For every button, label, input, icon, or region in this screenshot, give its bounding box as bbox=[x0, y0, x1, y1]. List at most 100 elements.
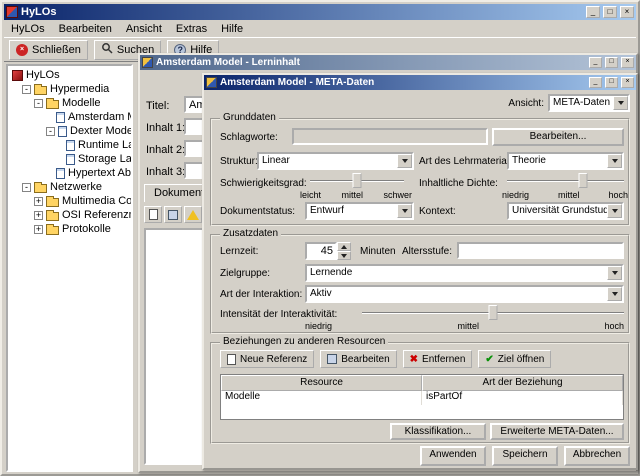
zielgruppe-select[interactable]: Lernende bbox=[305, 264, 624, 282]
close-icon[interactable]: × bbox=[621, 57, 634, 68]
edit-relation-button[interactable]: Bearbeiten bbox=[320, 350, 396, 368]
expander-icon[interactable]: - bbox=[22, 183, 31, 192]
lehrmaterial-select[interactable]: Theorie bbox=[507, 152, 624, 170]
tree-item-protokolle[interactable]: + Protokolle bbox=[8, 222, 131, 236]
relation-toolbar: Neue Referenz Bearbeiten ✖ Entfernen ✔ Z… bbox=[220, 350, 551, 368]
table-row[interactable]: Modelle isPartOf bbox=[221, 391, 623, 405]
minimize-icon[interactable]: _ bbox=[586, 6, 600, 18]
tree-item-label: OSI Referenzmodell bbox=[62, 209, 131, 221]
speichern-button[interactable]: Speichern bbox=[492, 446, 558, 466]
frame-lerninhalt-titlebar[interactable]: Amsterdam Model - Lerninhalt _ □ × bbox=[140, 55, 636, 70]
hylos-root-icon bbox=[12, 70, 23, 81]
minimize-icon[interactable]: _ bbox=[589, 77, 602, 88]
abbrechen-button[interactable]: Abbrechen bbox=[564, 446, 630, 466]
expander-icon[interactable]: + bbox=[34, 197, 43, 206]
erweiterte-meta-daten-button[interactable]: Erweiterte META-Daten... bbox=[490, 423, 624, 440]
new-document-button[interactable] bbox=[144, 206, 162, 223]
dokumentstatus-select[interactable]: Entwurf bbox=[305, 202, 414, 220]
dropdown-icon bbox=[607, 266, 622, 280]
lernzeit-input[interactable] bbox=[305, 242, 337, 260]
struktur-select[interactable]: Linear bbox=[257, 152, 414, 170]
dropdown-icon bbox=[607, 287, 622, 301]
interaktion-label: Art der Interaktion: bbox=[220, 289, 302, 300]
folder-icon bbox=[46, 100, 59, 109]
edit-icon bbox=[168, 210, 178, 220]
schlagworte-input[interactable] bbox=[292, 128, 488, 145]
edit-relation-label: Bearbeiten bbox=[341, 354, 389, 365]
edit-document-button[interactable] bbox=[164, 206, 182, 223]
tree-item-netzwerke[interactable]: - Netzwerke bbox=[8, 180, 131, 194]
maximize-icon[interactable]: □ bbox=[605, 57, 618, 68]
page-icon bbox=[149, 209, 158, 220]
tree-item-hypertext-abstract-machine[interactable]: Hypertext Abstact Mac bbox=[8, 166, 131, 180]
tree-item-multimedia-communications[interactable]: + Multimedia Communications bbox=[8, 194, 131, 208]
tree-item-dexter-model[interactable]: - Dexter Model bbox=[8, 124, 131, 138]
spin-up-icon[interactable] bbox=[337, 242, 351, 251]
slider-track[interactable] bbox=[507, 180, 624, 182]
menu-hylos[interactable]: HyLOs bbox=[4, 21, 52, 37]
expander-icon[interactable]: + bbox=[34, 211, 43, 220]
ansicht-select[interactable]: META-Daten bbox=[548, 94, 630, 112]
klassifikation-button[interactable]: Klassifikation... bbox=[390, 423, 486, 440]
minimize-icon[interactable]: _ bbox=[589, 57, 602, 68]
intensitaet-slider bbox=[362, 304, 624, 322]
zielgruppe-value: Lernende bbox=[310, 267, 352, 278]
dropdown-icon bbox=[397, 204, 412, 218]
zusatzdaten-group: Zusatzdaten Lernzeit: Minuten Altersstuf… bbox=[210, 234, 630, 334]
main-window: HyLOs _ □ × HyLOs Bearbeiten Ansicht Ext… bbox=[0, 0, 640, 476]
interaktion-value: Aktiv bbox=[310, 288, 332, 299]
tree-item-hypermedia[interactable]: - Hypermedia bbox=[8, 82, 131, 96]
tick-label: leicht bbox=[300, 190, 321, 200]
frame-meta-titlebar[interactable]: Amsterdam Model - META-Daten _ □ × bbox=[204, 75, 636, 90]
document-icon bbox=[56, 112, 65, 123]
relations-table: Resource Art der Beziehung Modelle isPar… bbox=[220, 374, 624, 420]
app-icon bbox=[6, 6, 18, 18]
tree-item-storage-layer[interactable]: Storage Layer bbox=[8, 152, 131, 166]
maximize-icon[interactable]: □ bbox=[605, 77, 618, 88]
tree-item-label: Storage Layer bbox=[78, 153, 131, 165]
close-tool-button[interactable]: × Schließen bbox=[9, 40, 88, 60]
tree-item-amsterdam-model[interactable]: Amsterdam Model bbox=[8, 110, 131, 124]
menu-ansicht[interactable]: Ansicht bbox=[119, 21, 169, 37]
warning-button[interactable] bbox=[184, 206, 202, 223]
close-tool-label: Schließen bbox=[32, 44, 81, 56]
tree-item-modelle[interactable]: - Modelle bbox=[8, 96, 131, 110]
main-titlebar[interactable]: HyLOs _ □ × bbox=[4, 4, 636, 20]
interaktion-select[interactable]: Aktiv bbox=[305, 285, 624, 303]
warning-icon bbox=[187, 210, 199, 220]
remove-relation-button[interactable]: ✖ Entfernen bbox=[403, 350, 473, 368]
close-icon[interactable]: × bbox=[620, 6, 634, 18]
tree-item-runtime-layer[interactable]: Runtime Layer bbox=[8, 138, 131, 152]
column-art-der-beziehung: Art der Beziehung bbox=[422, 375, 623, 391]
expander-icon[interactable]: - bbox=[46, 127, 55, 136]
open-target-button[interactable]: ✔ Ziel öffnen bbox=[478, 350, 551, 368]
zielgruppe-label: Zielgruppe: bbox=[220, 268, 270, 279]
new-reference-button[interactable]: Neue Referenz bbox=[220, 350, 314, 368]
maximize-icon[interactable]: □ bbox=[603, 6, 617, 18]
frame-lerninhalt-title: Amsterdam Model - Lerninhalt bbox=[156, 57, 586, 68]
bearbeiten-button[interactable]: Bearbeiten... bbox=[492, 128, 624, 146]
tick-label: niedrig bbox=[305, 321, 332, 331]
folder-icon bbox=[46, 198, 59, 207]
anwenden-button[interactable]: Anwenden bbox=[420, 446, 486, 466]
expander-icon[interactable]: - bbox=[22, 85, 31, 94]
menu-extras[interactable]: Extras bbox=[169, 21, 214, 37]
spin-down-icon[interactable] bbox=[337, 251, 351, 260]
tree-item-osi-referenzmodell[interactable]: + OSI Referenzmodell bbox=[8, 208, 131, 222]
kontext-select[interactable]: Universität Grundstudium bbox=[507, 202, 624, 220]
document-icon bbox=[56, 168, 65, 179]
tree-item-label: Runtime Layer bbox=[78, 139, 131, 151]
altersstufe-input[interactable] bbox=[457, 242, 624, 259]
tree-item-hylos[interactable]: HyLOs bbox=[8, 68, 131, 82]
slider-thumb[interactable] bbox=[579, 173, 588, 188]
tick-label: mittel bbox=[457, 321, 479, 331]
slider-thumb[interactable] bbox=[353, 173, 362, 188]
slider-thumb[interactable] bbox=[489, 305, 498, 320]
window-title: HyLOs bbox=[21, 6, 583, 18]
expander-icon[interactable]: - bbox=[34, 99, 43, 108]
menu-bearbeiten[interactable]: Bearbeiten bbox=[52, 21, 119, 37]
expander-icon[interactable]: + bbox=[34, 225, 43, 234]
close-icon[interactable]: × bbox=[621, 77, 634, 88]
tree-item-label: Protokolle bbox=[62, 223, 111, 235]
menu-hilfe[interactable]: Hilfe bbox=[214, 21, 250, 37]
